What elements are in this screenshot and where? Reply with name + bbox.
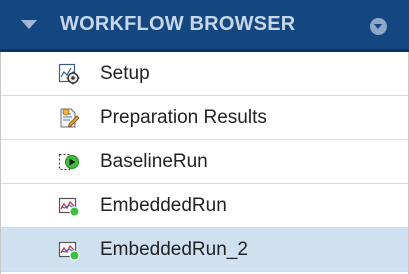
workflow-item-setup[interactable]: Setup	[1, 52, 408, 96]
baseline-run-icon	[58, 151, 80, 173]
workflow-list: Setup Preparation Results BaselineRun Em…	[0, 52, 409, 274]
workflow-item-preparation-results[interactable]: Preparation Results	[1, 96, 408, 140]
workflow-item-embedded-run-2[interactable]: EmbeddedRun_2	[1, 228, 408, 272]
workflow-item-label: Setup	[100, 63, 150, 84]
workflow-item-label: Preparation Results	[100, 107, 267, 128]
workflow-item-label: EmbeddedRun_2	[100, 239, 248, 260]
workflow-browser-panel: WORKFLOW BROWSER Setup Preparation Resul…	[0, 0, 409, 274]
collapse-icon[interactable]	[21, 20, 37, 29]
embedded-run-icon	[58, 195, 80, 217]
workflow-item-label: BaselineRun	[100, 151, 208, 172]
setup-icon	[58, 63, 80, 85]
workflow-item-embedded-run[interactable]: EmbeddedRun	[1, 184, 408, 228]
workflow-item-baseline-run[interactable]: BaselineRun	[1, 140, 408, 184]
panel-title: WORKFLOW BROWSER	[60, 13, 296, 35]
panel-menu-icon[interactable]	[370, 18, 387, 35]
preparation-results-icon	[58, 107, 80, 129]
panel-header: WORKFLOW BROWSER	[0, 0, 409, 52]
embedded-run-icon	[58, 239, 80, 261]
workflow-item-label: EmbeddedRun	[100, 195, 227, 216]
